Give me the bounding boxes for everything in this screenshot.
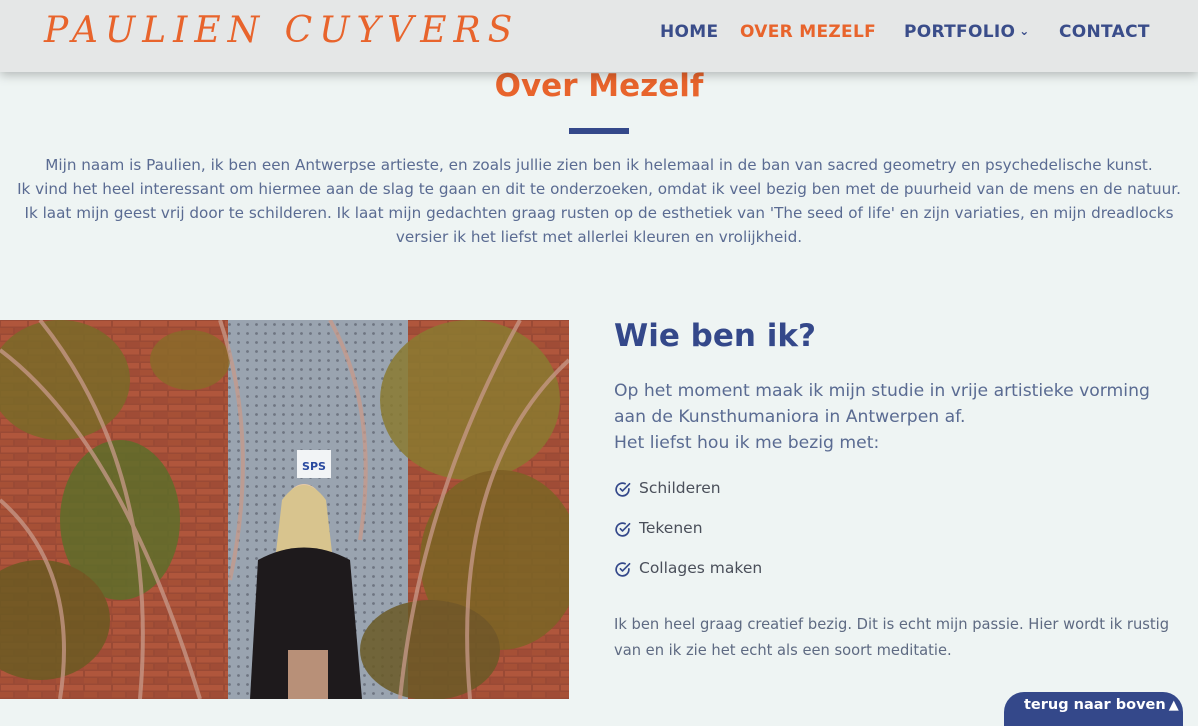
about-text: Op het moment maak ik mijn studie in vri… — [614, 378, 1174, 456]
check-circle-icon — [615, 482, 631, 497]
about-line: Het liefst hou ik me bezig met: — [614, 433, 880, 453]
intro-line: Mijn naam is Paulien, ik ben een Antwerp… — [45, 156, 1153, 174]
site-header: PAULIEN CUYVERS HOME OVER MEZELF PORTFOL… — [0, 0, 1198, 72]
back-to-top-button[interactable]: terug naar boven ▲ — [1004, 692, 1183, 726]
list-item-label: Collages maken — [639, 559, 763, 577]
list-item-label: Schilderen — [639, 479, 721, 497]
list-item: Schilderen — [614, 479, 762, 519]
about-line: Op het moment maak ik mijn studie in vri… — [614, 381, 1150, 427]
page-title: Over Mezelf — [494, 68, 704, 104]
nav-portfolio-label: PORTFOLIO — [904, 22, 1016, 42]
chevron-up-icon: ▲ — [1168, 698, 1179, 713]
nav-over-mezelf[interactable]: OVER MEZELF — [740, 22, 876, 42]
hobby-list: Schilderen Tekenen Collages maken — [614, 479, 762, 599]
nav-contact[interactable]: CONTACT — [1059, 22, 1150, 42]
nav-portfolio[interactable]: PORTFOLIO ⌄ — [904, 22, 1030, 42]
intro-line: Ik laat mijn geest vrij door te schilder… — [24, 204, 1174, 246]
check-circle-icon — [615, 522, 631, 537]
list-item: Collages maken — [614, 559, 762, 599]
intro-text: Mijn naam is Paulien, ik ben een Antwerp… — [16, 153, 1182, 249]
list-item: Tekenen — [614, 519, 762, 559]
about-outro: Ik ben heel graag creatief bezig. Dit is… — [614, 616, 1170, 659]
site-logo[interactable]: PAULIEN CUYVERS — [44, 10, 519, 51]
intro-line: Ik vind het heel interessant om hiermee … — [17, 180, 1181, 198]
title-underline — [569, 128, 629, 134]
check-circle-icon — [615, 562, 631, 577]
nav-home[interactable]: HOME — [660, 22, 718, 42]
list-item-label: Tekenen — [639, 519, 703, 537]
section-title: Wie ben ik? — [614, 318, 816, 354]
back-to-top-label: terug naar boven — [1024, 697, 1166, 713]
portrait-photo: SPS — [0, 320, 569, 699]
chevron-down-icon: ⌄ — [1019, 24, 1030, 38]
sign-text: SPS — [302, 460, 326, 473]
